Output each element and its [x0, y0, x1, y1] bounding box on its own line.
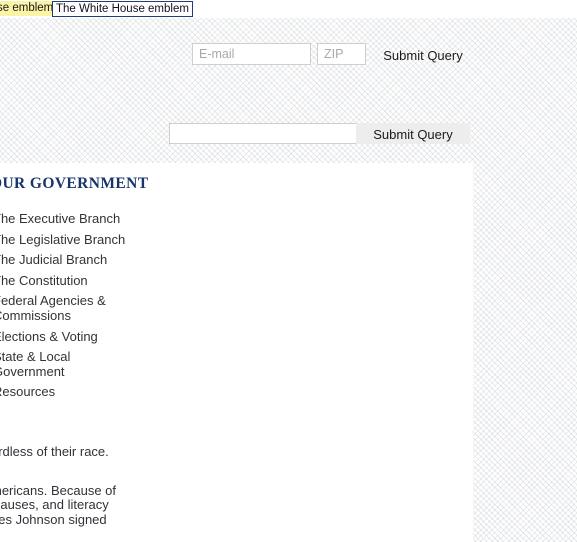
list-item: State & Local Government [0, 347, 203, 382]
government-nav-list: The Executive Branch The Legislative Bra… [0, 209, 203, 403]
list-item: The Constitution [0, 271, 203, 292]
body-paragraph: ardless of their race. [0, 444, 109, 459]
list-item: The Legislative Branch [0, 230, 203, 251]
body-copy: ardless of their race. mericans. Because… [0, 444, 251, 528]
sidebar-item-resources[interactable]: Resources [0, 382, 203, 403]
search-submit-button[interactable]: Submit Query [356, 123, 470, 144]
list-item: Federal Agencies & Commissions [0, 291, 203, 326]
list-item: Resources [0, 382, 203, 403]
zip-input[interactable] [317, 43, 366, 65]
list-item: The Judicial Branch [0, 250, 203, 271]
list-item: Elections & Voting [0, 327, 203, 348]
annotation-strip: se emblem The White House emblem [0, 0, 577, 18]
sidebar-item-legislative-branch[interactable]: The Legislative Branch [0, 230, 203, 251]
email-input[interactable] [192, 43, 311, 65]
content-panel: OUR GOVERNMENT The Executive Branch The … [0, 163, 473, 542]
list-item: The Executive Branch [0, 209, 203, 230]
sidebar-item-judicial-branch[interactable]: The Judicial Branch [0, 250, 203, 271]
body-paragraph: mericans. Because of clauses, and litera… [0, 482, 117, 528]
element-tooltip: The White House emblem [52, 1, 193, 17]
section-heading: OUR GOVERNMENT [0, 175, 149, 192]
sidebar-item-executive-branch[interactable]: The Executive Branch [0, 209, 203, 230]
sidebar-item-state-local-government[interactable]: State & Local Government [0, 347, 203, 382]
highlighted-text-label: se emblem [0, 1, 57, 16]
sidebar-item-elections-voting[interactable]: Elections & Voting [0, 327, 203, 348]
signup-submit-button[interactable]: Submit Query [375, 44, 471, 65]
sidebar-item-federal-agencies[interactable]: Federal Agencies & Commissions [0, 291, 203, 326]
sidebar-item-constitution[interactable]: The Constitution [0, 271, 203, 292]
search-input[interactable] [169, 123, 357, 144]
